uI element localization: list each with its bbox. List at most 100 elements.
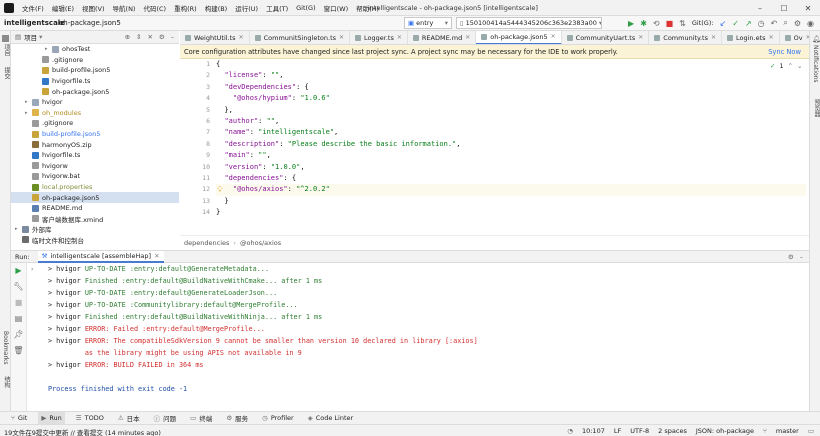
tree-item[interactable]: .gitignore xyxy=(11,118,179,129)
commit-tool-label[interactable]: 提交 xyxy=(2,67,11,79)
hide-panel-icon[interactable]: – xyxy=(800,253,803,261)
caret-position[interactable]: 10:107 xyxy=(582,427,605,435)
status-message[interactable]: 19文件在9提交中更新 // 查看提交 (14 minutes ago) xyxy=(4,427,161,436)
breadcrumb-item[interactable]: dependencies xyxy=(184,239,229,247)
expand-all-icon[interactable]: ⇕ xyxy=(136,33,141,41)
tree-item[interactable]: harmonyOS.zip xyxy=(11,139,179,150)
tree-item[interactable]: ▸ hvigor xyxy=(11,97,179,108)
file-encoding[interactable]: UTF-8 xyxy=(630,427,649,435)
hide-panel-icon[interactable]: – xyxy=(171,33,174,41)
chevron-right-icon[interactable]: ▸ xyxy=(45,46,52,52)
tree-item[interactable]: build-profile.json5 xyxy=(11,129,179,140)
tool-window-button[interactable]: ⓘ 问题 xyxy=(151,412,180,425)
close-icon[interactable]: ✕ xyxy=(711,34,716,41)
maximize-icon[interactable]: ☐ xyxy=(772,4,796,13)
editor-tab[interactable]: CommunityUart.ts ✕ xyxy=(562,31,650,44)
menu-item[interactable]: Git(G) xyxy=(296,4,316,12)
tree-item[interactable]: ▸ ohosTest xyxy=(11,44,179,55)
menu-item[interactable]: 视图(V) xyxy=(82,3,105,13)
run-icon[interactable]: ▶ xyxy=(628,19,634,28)
tool-window-button[interactable]: ⚠ 日本 xyxy=(115,412,143,425)
run-tab[interactable]: ⚒ intelligentscale [assembleHap] ✕ xyxy=(37,250,164,263)
code-editor[interactable]: { "license": "", "devDependencies": { "@… xyxy=(216,59,806,235)
structure-tool-label[interactable]: 结构 xyxy=(2,376,11,388)
tool-window-button[interactable]: ⑂ Git xyxy=(8,412,30,425)
tool-window-button[interactable]: ▭ 终端 xyxy=(187,412,215,425)
notifications-icon[interactable]: 🔔︎ xyxy=(812,35,820,43)
notifications-tool-label[interactable]: Notifications xyxy=(812,45,819,83)
menu-item[interactable]: 文件(F) xyxy=(22,3,44,13)
git-branch[interactable]: master xyxy=(776,427,799,435)
stop-icon[interactable]: ■ xyxy=(11,295,26,311)
tree-item[interactable]: oh-package.json5 xyxy=(11,86,179,97)
sync-icon[interactable]: ⇅ xyxy=(679,19,686,28)
editor-tab[interactable]: Login.ets ✕ xyxy=(722,31,780,44)
rollback-icon[interactable]: ↶ xyxy=(771,19,778,28)
tool-window-button[interactable]: ◈ Code Linter xyxy=(305,412,356,425)
git-push-icon[interactable]: ↗ xyxy=(745,19,752,28)
previewer-tool-label[interactable]: 预览器 xyxy=(812,99,820,117)
inspection-widget[interactable]: ✓ 1 ⌃ ⌄ xyxy=(770,62,803,70)
line-separator[interactable]: LF xyxy=(614,427,621,435)
git-commit-icon[interactable]: ✓ xyxy=(732,19,739,28)
menu-item[interactable]: 编辑(E) xyxy=(52,3,74,13)
menu-item[interactable]: 构建(B) xyxy=(205,3,228,13)
tree-item[interactable]: hvigorw xyxy=(11,161,179,172)
editor-tab[interactable]: Logger.ts ✕ xyxy=(350,31,408,44)
menu-item[interactable]: 窗口(W) xyxy=(324,3,349,13)
stop-icon[interactable]: ■ xyxy=(666,19,674,28)
tree-item[interactable]: hvigorfile.ts xyxy=(11,150,179,161)
options-icon[interactable]: ⚙ xyxy=(788,253,794,261)
tree-item[interactable]: ▸ 外部库 xyxy=(11,224,179,235)
tree-item[interactable]: 客户端数据库.xmind xyxy=(11,214,179,225)
minimize-icon[interactable]: – xyxy=(748,4,772,13)
editor-tab[interactable]: WeightUtil.ts ✕ xyxy=(180,31,250,44)
sync-now-link[interactable]: Sync Now xyxy=(768,48,801,56)
chevron-down-icon[interactable]: ⌄ xyxy=(797,62,802,70)
file-breadcrumb[interactable]: oh-package.json5 xyxy=(59,19,121,27)
chevron-right-icon[interactable]: › xyxy=(27,263,45,273)
editor-tab[interactable]: Community.ts ✕ xyxy=(649,31,723,44)
chevron-up-icon[interactable]: ⌃ xyxy=(788,62,793,70)
tool-window-button[interactable]: ◷ Profiler xyxy=(259,412,297,425)
project-tool-icon[interactable] xyxy=(2,35,9,42)
chevron-right-icon[interactable]: ▸ xyxy=(15,226,22,232)
menu-item[interactable]: 重构(R) xyxy=(174,3,197,13)
attach-icon[interactable]: ⟲ xyxy=(653,19,660,28)
breadcrumb-item[interactable]: @ohos/axios xyxy=(240,239,281,247)
trash-icon[interactable]: 🗑︎ xyxy=(11,343,26,359)
tree-item[interactable]: local.properties xyxy=(11,182,179,193)
menu-item[interactable]: 导航(N) xyxy=(113,3,136,13)
search-icon[interactable]: ⌕ xyxy=(783,18,787,28)
close-icon[interactable]: ✕ xyxy=(339,34,344,41)
chevron-down-icon[interactable]: ▾ xyxy=(39,33,42,41)
lock-icon[interactable]: ◔ xyxy=(567,427,573,435)
indent-setting[interactable]: 2 spaces xyxy=(658,427,687,435)
chevron-right-icon[interactable]: ▸ xyxy=(25,99,32,105)
menu-item[interactable]: 工具(T) xyxy=(266,3,288,13)
assistant-icon[interactable]: ◉ xyxy=(807,19,814,28)
lightbulb-icon[interactable]: 💡︎ xyxy=(217,185,223,195)
editor-tab[interactable]: oh-package.json5 ✕ xyxy=(476,31,562,44)
editor-tab[interactable]: README.md ✕ xyxy=(408,31,477,44)
pin-icon[interactable]: 📌︎ xyxy=(11,327,26,343)
close-icon[interactable]: ✕ xyxy=(154,252,159,260)
history-icon[interactable]: ◷ xyxy=(758,19,765,28)
close-icon[interactable]: ✕ xyxy=(239,34,244,41)
tree-item[interactable]: 临时文件和控制台 xyxy=(11,235,179,246)
close-icon[interactable]: ✕ xyxy=(465,34,470,41)
tree-item[interactable]: .gitignore xyxy=(11,55,179,66)
tree-item[interactable]: build-profile.json5 xyxy=(11,65,179,76)
json-schema[interactable]: JSON: oh-package xyxy=(696,427,754,435)
tree-item[interactable]: hvigorfile.ts xyxy=(11,76,179,87)
locate-icon[interactable]: ⊕ xyxy=(125,33,130,41)
close-icon[interactable]: ✕ xyxy=(397,34,402,41)
close-icon[interactable]: ✕ xyxy=(806,34,809,41)
layout-icon[interactable]: ▤ xyxy=(11,311,26,327)
git-update-icon[interactable]: ↙ xyxy=(720,19,727,28)
close-icon[interactable]: ✕ xyxy=(796,4,820,13)
close-icon[interactable]: ✕ xyxy=(769,34,774,41)
module-select[interactable]: ▣ entry ▾ xyxy=(404,17,452,29)
tree-item[interactable]: README.md xyxy=(11,203,179,214)
menu-item[interactable]: 运行(U) xyxy=(235,3,258,13)
